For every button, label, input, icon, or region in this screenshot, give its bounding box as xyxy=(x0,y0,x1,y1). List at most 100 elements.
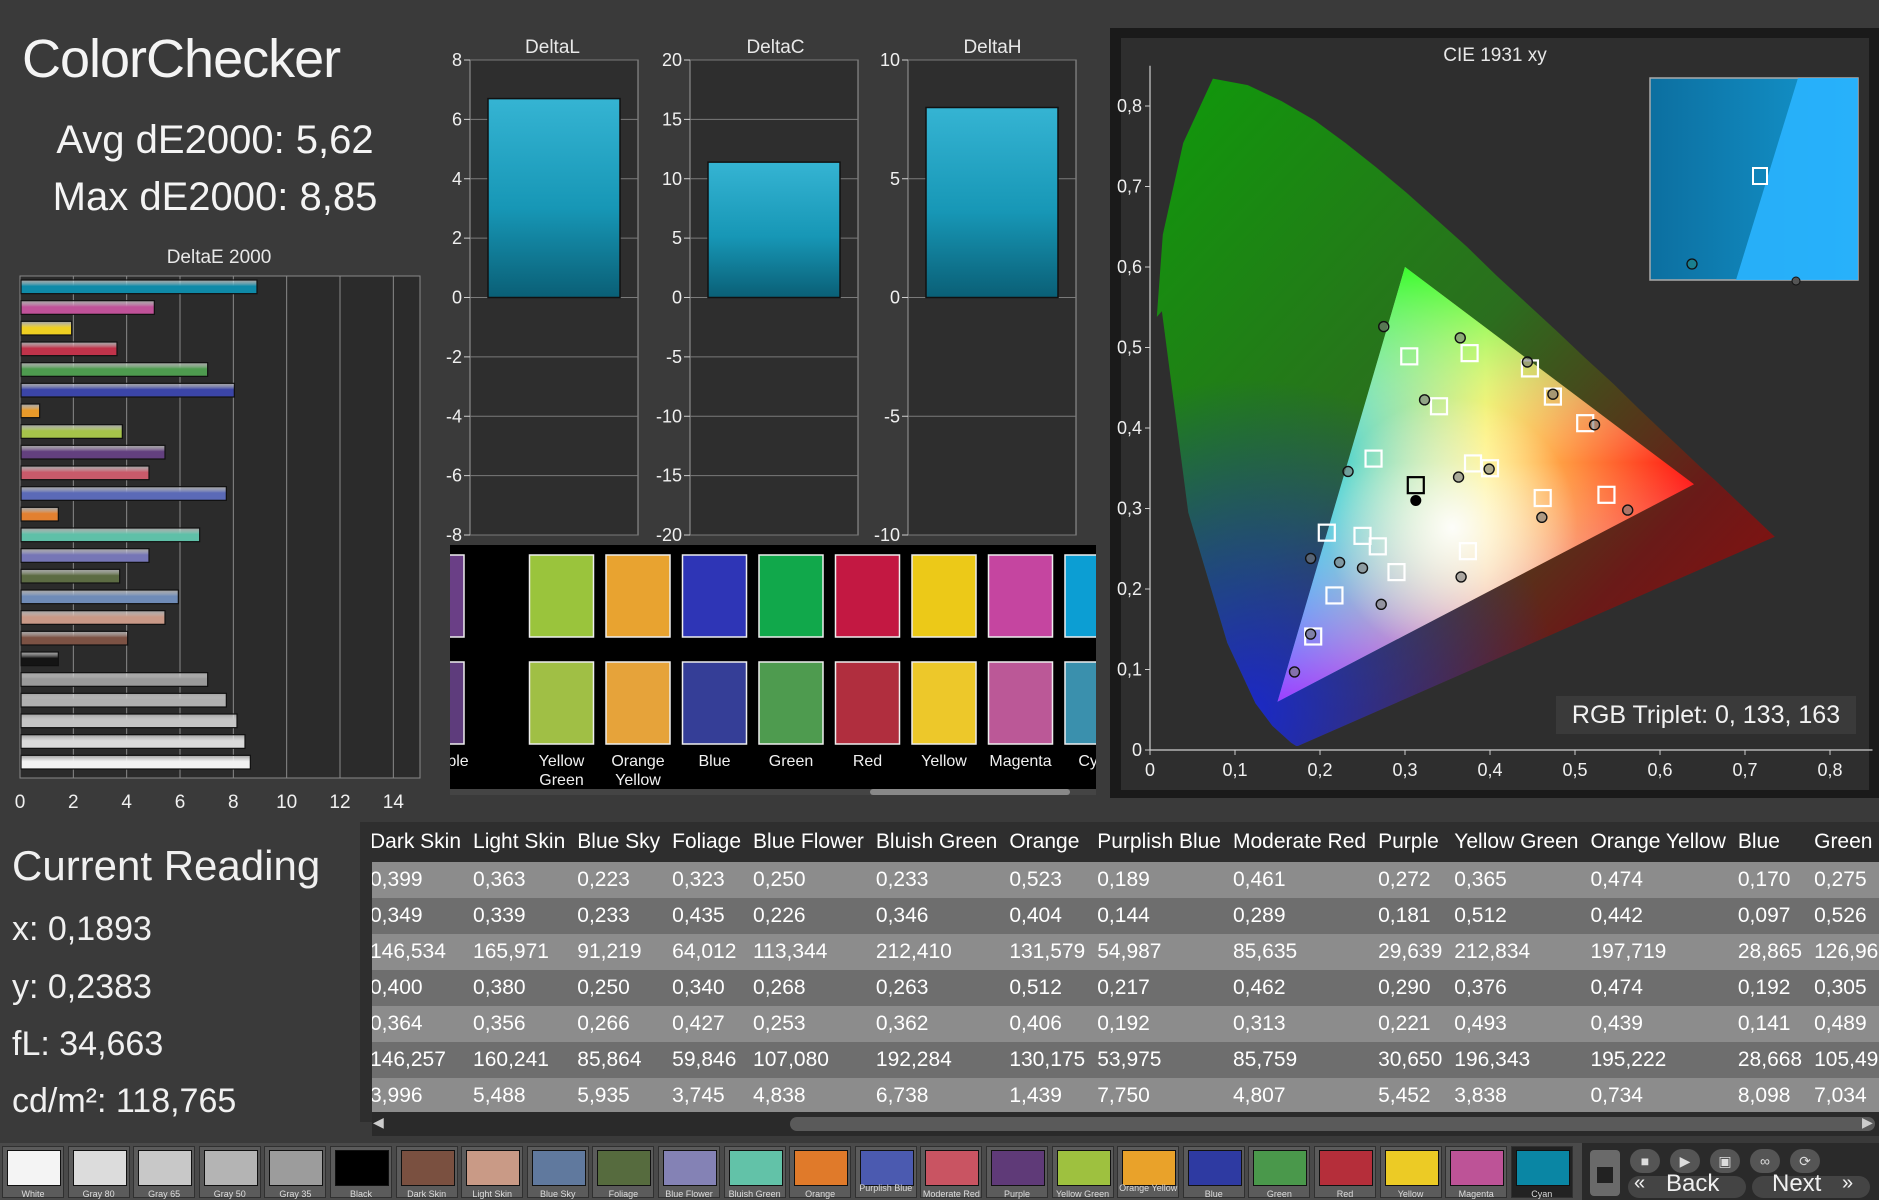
back-label: Back xyxy=(1666,1170,1720,1197)
scroll-right-icon[interactable]: ▶ xyxy=(1862,1114,1873,1131)
table-cell: 53,975 xyxy=(1093,1042,1229,1078)
deltae-bar xyxy=(20,341,118,357)
swatch-color xyxy=(1056,1150,1111,1186)
cie-measured-dot xyxy=(1454,332,1466,344)
scroll-left-icon[interactable]: ◀ xyxy=(373,1114,384,1131)
table-cell: 0,365 xyxy=(1450,862,1587,898)
table-row: 0,364 0,356 0,266 0,427 0,253 0,362 0,406 0,192… xyxy=(372,1006,1879,1042)
cie-zoom-dot xyxy=(1686,258,1698,270)
swatch-gray-50[interactable]: Gray 50 xyxy=(198,1146,261,1199)
table-row: 0,400 0,380 0,250 0,340 0,268 0,263 0,512 0,217… xyxy=(372,970,1879,1006)
cie-measured-dot xyxy=(1378,320,1390,333)
swatch-white[interactable]: White xyxy=(2,1146,64,1199)
chip-label: Yellow xyxy=(615,772,661,789)
swatch-color xyxy=(269,1150,324,1186)
table-cell: 30,650 xyxy=(1374,1042,1451,1078)
deltae-bar xyxy=(20,754,251,770)
chip-scroll-thumb xyxy=(870,789,1070,795)
swatch-foliage[interactable]: Foliage xyxy=(592,1146,655,1199)
swatch-black[interactable]: Black xyxy=(330,1146,392,1199)
table-cell: 113,344 xyxy=(749,934,872,970)
deltah-tick-label: -5 xyxy=(884,406,900,426)
table-cell: 59,846 xyxy=(668,1042,750,1078)
deltah-bar xyxy=(925,106,1059,299)
cie-x-tick-label: 0,1 xyxy=(1222,760,1247,780)
table-cell: 85,759 xyxy=(1228,1042,1375,1078)
table-cell: 0,363 xyxy=(469,862,574,898)
swatch-label: Gray 65 xyxy=(148,1189,181,1199)
swatch-purplish-blue[interactable]: Purplish Blue xyxy=(854,1146,917,1198)
table-cell: 54,987 xyxy=(1093,934,1229,970)
swatch-dark-skin[interactable]: Dark Skin xyxy=(395,1146,458,1199)
swatch-magenta[interactable]: Magenta xyxy=(1445,1146,1508,1199)
swatch-green[interactable]: Green xyxy=(1248,1146,1311,1199)
deltae-chart: 0 2 4 6 8 10 12 14 xyxy=(15,275,421,813)
stop-icon[interactable] xyxy=(1590,1150,1620,1196)
swatch-label: Red xyxy=(1336,1189,1354,1199)
table-cell: 126,966 xyxy=(1810,934,1879,970)
swatch-gray-65[interactable]: Gray 65 xyxy=(133,1146,196,1199)
target-chip xyxy=(1064,554,1096,638)
swatch-color xyxy=(728,1150,783,1186)
table-cell: 130,175 xyxy=(1005,1042,1094,1078)
table-cell: 91,219 xyxy=(573,934,669,970)
chip-label: Green xyxy=(539,772,583,789)
table-cell: 0,253 xyxy=(749,1006,872,1042)
swatch-blue-flower[interactable]: Blue Flower xyxy=(658,1146,720,1199)
swatch-purple[interactable]: Purple xyxy=(986,1146,1048,1199)
swatch-orange[interactable]: Orange xyxy=(789,1146,852,1199)
swatch-label: Blue Flower xyxy=(665,1189,713,1199)
table-cell: 0,442 xyxy=(1586,898,1734,934)
table-cell: 5,488 xyxy=(469,1078,574,1114)
swatch-gray-35[interactable]: Gray 35 xyxy=(264,1146,327,1199)
swatch-yellow-green[interactable]: Yellow Green xyxy=(1051,1146,1114,1199)
table-cell: 0,376 xyxy=(1450,970,1587,1006)
swatch-label: Moderate Red xyxy=(922,1189,980,1199)
cie-measured-dot xyxy=(1304,552,1317,565)
swatch-color xyxy=(466,1150,521,1186)
back-chevron-icon: « xyxy=(1634,1172,1646,1194)
table-header-cell: Dark Skin xyxy=(372,822,470,862)
table-cell: 0,346 xyxy=(871,898,1006,934)
table-cell: 28,668 xyxy=(1733,1042,1811,1078)
table-cell: 212,834 xyxy=(1450,934,1587,970)
table-cell: 192,284 xyxy=(871,1042,1006,1078)
cie-measured-dot xyxy=(1375,598,1387,610)
swatch-blue[interactable]: Blue xyxy=(1182,1146,1245,1199)
swatch-blue-sky[interactable]: Blue Sky xyxy=(526,1146,589,1199)
swatch-yellow[interactable]: Yellow xyxy=(1379,1146,1442,1199)
deltac-tick-label: -20 xyxy=(656,525,682,545)
swatch-moderate-red[interactable]: Moderate Red xyxy=(920,1146,983,1199)
back-button[interactable]: « Back xyxy=(1628,1170,1746,1198)
table-cell: 0,217 xyxy=(1093,970,1229,1006)
table-header-cell: Moderate Red xyxy=(1228,822,1375,862)
swatch-light-skin[interactable]: Light Skin xyxy=(461,1146,524,1199)
table-cell: 0,493 xyxy=(1450,1006,1587,1042)
table-scroll-thumb[interactable] xyxy=(790,1117,1875,1131)
swatch-orange-yellow[interactable]: Orange Yellow xyxy=(1117,1146,1180,1198)
swatch-gray-80[interactable]: Gray 80 xyxy=(67,1146,130,1199)
swatch-color xyxy=(335,1150,389,1186)
swatch-color xyxy=(1450,1150,1505,1186)
table-scrollbar[interactable] xyxy=(372,1112,1879,1136)
swatch-label: Cyan xyxy=(1531,1189,1553,1199)
current-x: x: 0,1893 xyxy=(12,910,152,948)
table-cell: 0,266 xyxy=(573,1006,669,1042)
table-header-cell: Purplish Blue xyxy=(1093,822,1229,862)
measured-chip xyxy=(450,661,465,745)
stop-small-icon[interactable]: ■ xyxy=(1630,1149,1660,1173)
table-cell: 0,364 xyxy=(372,1006,470,1042)
chip-label: Yellow xyxy=(539,753,585,770)
swatch-label: Magenta xyxy=(1458,1189,1494,1199)
target-chip xyxy=(911,554,977,638)
swatch-cyan[interactable]: Cyan xyxy=(1510,1146,1573,1199)
next-button[interactable]: Next » xyxy=(1752,1170,1870,1198)
cie-measured-dot xyxy=(1536,511,1548,524)
table-cell: 0,512 xyxy=(1450,898,1587,934)
deltac-tick-label: -5 xyxy=(666,347,682,367)
cie-measured-dot xyxy=(1452,471,1465,483)
deltae-bar xyxy=(20,734,246,749)
swatch-red[interactable]: Red xyxy=(1314,1146,1376,1199)
deltae-bar xyxy=(20,713,238,729)
swatch-bluish-green[interactable]: Bluish Green xyxy=(723,1146,786,1199)
